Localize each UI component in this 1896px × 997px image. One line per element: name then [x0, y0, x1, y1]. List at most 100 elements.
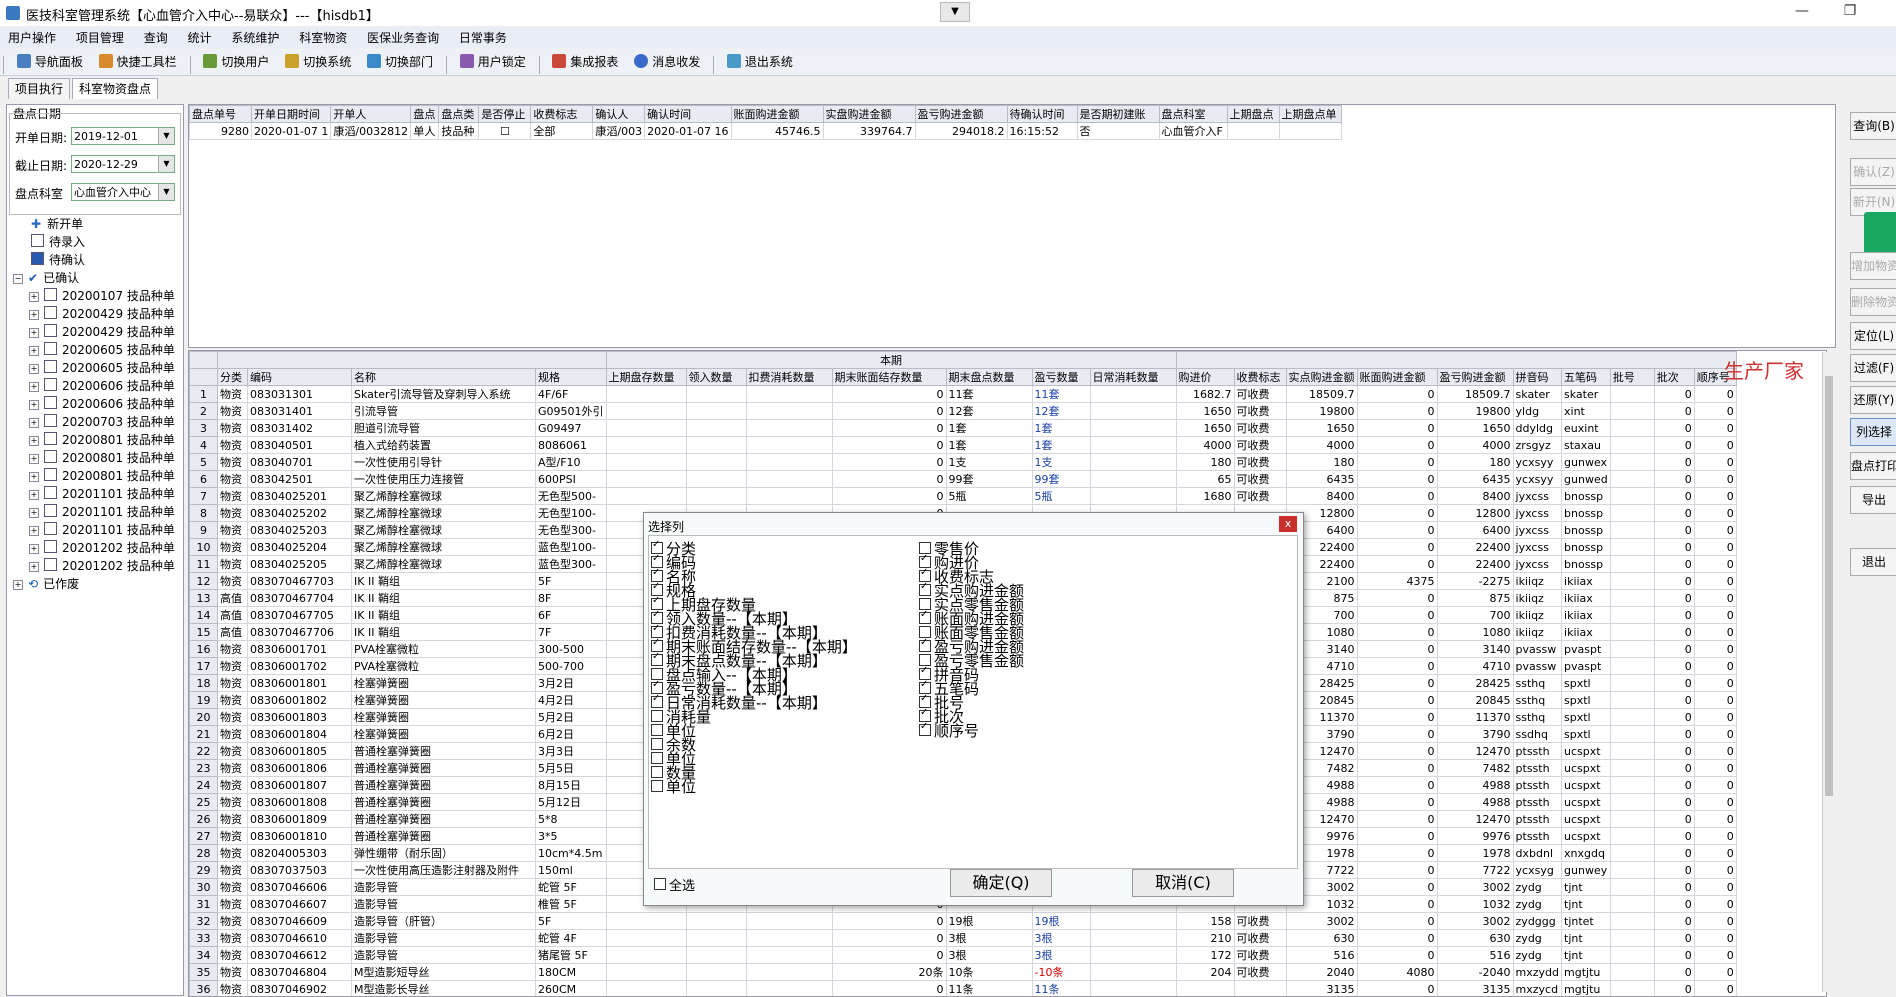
- ok-button[interactable]: 确定(Q): [950, 869, 1052, 897]
- expand-icon[interactable]: +: [29, 562, 39, 572]
- expand-icon[interactable]: +: [29, 364, 39, 374]
- query-button[interactable]: 查询(B): [1850, 112, 1896, 140]
- column-header[interactable]: 名称: [352, 369, 536, 386]
- switch-dept-button[interactable]: 切换部门: [361, 49, 439, 73]
- column-header[interactable]: 拼音码: [1513, 369, 1561, 386]
- expand-icon[interactable]: +: [29, 346, 39, 356]
- menu-project-mgmt[interactable]: 项目管理: [68, 26, 132, 46]
- tree-child-order[interactable]: +20200703 技品种单: [29, 413, 175, 430]
- export-button[interactable]: 导出: [1850, 486, 1896, 514]
- expand-icon[interactable]: +: [29, 382, 39, 392]
- end-date-picker[interactable]: 2020-12-29▼: [71, 155, 175, 173]
- table-row[interactable]: 34物资08307046612造影导管猪尾管 5F03根3根172可收费5160…: [190, 947, 1737, 964]
- tree-node-voided[interactable]: +⟲已作废: [13, 575, 79, 592]
- column-header[interactable]: 批号: [1610, 369, 1654, 386]
- column-header[interactable]: 批次: [1654, 369, 1694, 386]
- column-header[interactable]: 盘点: [411, 106, 439, 123]
- column-header[interactable]: 是否停止: [479, 106, 531, 123]
- column-header[interactable]: 期末账面结存数量: [832, 369, 946, 386]
- expand-icon[interactable]: +: [29, 544, 39, 554]
- tree-child-order[interactable]: +20201202 技品种单: [29, 557, 175, 574]
- tree-child-order[interactable]: +20201101 技品种单: [29, 503, 175, 520]
- column-header[interactable]: 开单人: [331, 106, 411, 123]
- expand-icon[interactable]: +: [29, 328, 39, 338]
- print-inventory-button[interactable]: 盘点打印: [1850, 452, 1896, 480]
- expand-icon[interactable]: +: [29, 292, 39, 302]
- chevron-down-icon[interactable]: ▼: [158, 184, 174, 200]
- column-header[interactable]: 是否期初建账: [1077, 106, 1159, 123]
- column-header[interactable]: 盈亏数量: [1032, 369, 1090, 386]
- column-header[interactable]: 上期盘存数量: [606, 369, 686, 386]
- column-header[interactable]: 编码: [248, 369, 352, 386]
- column-header[interactable]: 日常消耗数量: [1090, 369, 1176, 386]
- menu-stats[interactable]: 统计: [180, 26, 220, 46]
- column-header[interactable]: 实点购进金额: [1286, 369, 1357, 386]
- table-row[interactable]: 32物资08307046609造影导管（肝管）5F019根19根158可收费30…: [190, 913, 1737, 930]
- tree-node-new[interactable]: ✚新开单: [31, 215, 83, 232]
- column-header[interactable]: 盘点类: [439, 106, 479, 123]
- chevron-down-icon[interactable]: ▼: [158, 128, 174, 144]
- tab-dept-inventory[interactable]: 科室物资盘点: [72, 78, 158, 99]
- exit-system-button[interactable]: 退出系统: [721, 49, 799, 73]
- column-header[interactable]: 期末盘点数量: [946, 369, 1032, 386]
- column-header[interactable]: 开单日期时间: [252, 106, 331, 123]
- expand-icon[interactable]: +: [13, 580, 23, 590]
- restore-button[interactable]: 还原(Y): [1850, 386, 1896, 414]
- column-checkbox[interactable]: 顺序号: [919, 720, 979, 741]
- column-header[interactable]: 扣费消耗数量: [746, 369, 832, 386]
- expand-icon[interactable]: +: [29, 310, 39, 320]
- tree-node-pending-confirm[interactable]: 待确认: [31, 251, 85, 268]
- delete-item-button[interactable]: 删除物资: [1850, 288, 1896, 316]
- tree-child-order[interactable]: +20200605 技品种单: [29, 359, 175, 376]
- column-header[interactable]: 盘点科室: [1159, 106, 1227, 123]
- expand-icon[interactable]: +: [29, 400, 39, 410]
- column-header[interactable]: 盈亏购进金额: [1437, 369, 1513, 386]
- expand-icon[interactable]: +: [29, 418, 39, 428]
- dept-select[interactable]: 心血管介入中心▼: [71, 183, 175, 201]
- tree-child-order[interactable]: +20200801 技品种单: [29, 431, 175, 448]
- tab-project-exec[interactable]: 项目执行: [8, 78, 70, 99]
- column-header[interactable]: 上期盘点单: [1279, 106, 1341, 123]
- exit-button[interactable]: 退出: [1850, 548, 1896, 576]
- filter-button[interactable]: 过滤(F): [1850, 354, 1896, 382]
- table-row[interactable]: 33物资08307046610造影导管蛇管 4F03根3根210可收费63006…: [190, 930, 1737, 947]
- table-row[interactable]: 3物资083031402胆道引流导管G0949701套1套1650可收费1650…: [190, 420, 1737, 437]
- table-row[interactable]: 5物资083040701一次性使用引导针A型/F1001支1支180可收费180…: [190, 454, 1737, 471]
- tree-child-order[interactable]: +20200606 技品种单: [29, 377, 175, 394]
- nav-panel-button[interactable]: 导航面板: [11, 49, 89, 73]
- tree-child-order[interactable]: +20200107 技品种单: [29, 287, 175, 304]
- table-row[interactable]: 1物资083031301Skater引流导管及穿刺导入系统4F/6F011套11…: [190, 386, 1737, 403]
- column-header[interactable]: 确认人: [593, 106, 645, 123]
- table-row[interactable]: 36物资08307046902M型造影长导丝260CM011条11条313503…: [190, 981, 1737, 997]
- tree-child-order[interactable]: +20200605 技品种单: [29, 341, 175, 358]
- tree-child-order[interactable]: +20200606 技品种单: [29, 395, 175, 412]
- tree-child-order[interactable]: +20200801 技品种单: [29, 449, 175, 466]
- tree-child-order[interactable]: +20201101 技品种单: [29, 521, 175, 538]
- add-item-button[interactable]: 增加物资: [1850, 252, 1896, 280]
- minimize-button[interactable]: —: [1782, 3, 1822, 19]
- expand-icon[interactable]: +: [29, 526, 39, 536]
- column-header[interactable]: 规格: [536, 369, 607, 386]
- cancel-button[interactable]: 取消(C): [1132, 869, 1234, 897]
- vertical-scrollbar[interactable]: [1822, 352, 1835, 992]
- column-header[interactable]: 购进价: [1176, 369, 1234, 386]
- table-row[interactable]: 35物资08307046804M型造影短导丝180CM20条10条-10条204…: [190, 964, 1737, 981]
- switch-user-button[interactable]: 切换用户: [197, 49, 275, 73]
- expand-icon[interactable]: +: [29, 490, 39, 500]
- column-header[interactable]: 收费标志: [1234, 369, 1286, 386]
- table-row[interactable]: 4物资083040501植入式给药装置808606101套1套4000可收费40…: [190, 437, 1737, 454]
- close-icon[interactable]: x: [1279, 516, 1297, 532]
- column-header[interactable]: 上期盘点: [1227, 106, 1279, 123]
- select-all-checkbox[interactable]: 全选: [654, 875, 695, 894]
- locate-button[interactable]: 定位(L): [1850, 322, 1896, 350]
- column-header[interactable]: 账面购进金额: [731, 106, 823, 123]
- table-row[interactable]: 7物资08304025201聚乙烯醇栓塞微球无色型500-05瓶5瓶1680可收…: [190, 488, 1737, 505]
- expand-icon[interactable]: +: [29, 508, 39, 518]
- column-header[interactable]: 分类: [218, 369, 248, 386]
- start-date-picker[interactable]: 2019-12-01▼: [71, 127, 175, 145]
- column-header[interactable]: 确认时间: [645, 106, 731, 123]
- column-header[interactable]: 待确认时间: [1007, 106, 1077, 123]
- menu-query[interactable]: 查询: [136, 26, 176, 46]
- reports-button[interactable]: 集成报表: [546, 49, 624, 73]
- column-header[interactable]: 账面购进金额: [1357, 369, 1437, 386]
